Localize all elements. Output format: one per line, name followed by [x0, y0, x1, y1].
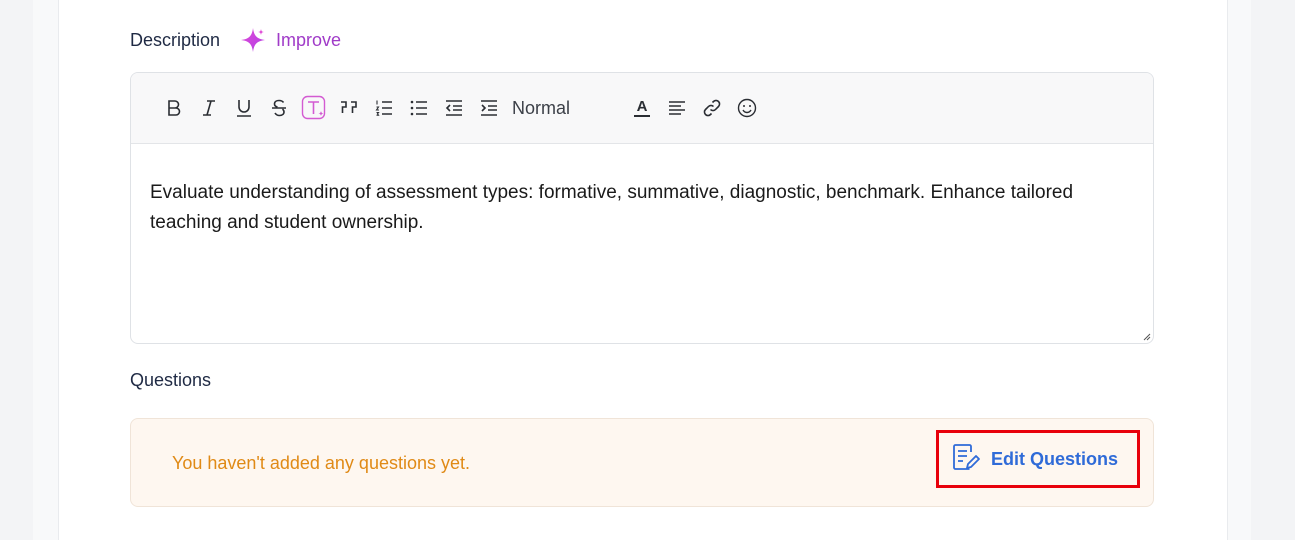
ai-text-icon	[301, 95, 325, 120]
italic-button[interactable]	[191, 94, 226, 122]
strikethrough-icon	[271, 99, 286, 117]
improve-label: Improve	[276, 29, 342, 50]
emoji-icon	[737, 98, 756, 118]
outdent-button[interactable]	[436, 94, 471, 122]
sparkle-icon	[240, 27, 266, 53]
quote-icon	[340, 101, 357, 113]
editor-toolbar: Normal A	[131, 73, 1153, 144]
underline-icon	[236, 100, 251, 117]
edit-document-icon	[951, 442, 981, 477]
resize-handle-icon[interactable]	[1141, 331, 1151, 341]
questions-label: Questions	[130, 370, 212, 390]
emoji-button[interactable]	[729, 94, 764, 122]
indent-button[interactable]	[471, 94, 506, 122]
edit-questions-button[interactable]: Edit Questions	[936, 430, 1140, 488]
strikethrough-button[interactable]	[261, 94, 296, 122]
blockquote-button[interactable]	[331, 94, 366, 122]
ordered-list-icon	[374, 100, 392, 116]
ai-text-button[interactable]	[296, 94, 331, 122]
bold-icon	[167, 100, 180, 116]
text-color-icon: A	[633, 98, 650, 117]
editor-content[interactable]: Evaluate understanding of assessment typ…	[131, 144, 1153, 238]
heading-select[interactable]: Normal	[512, 98, 624, 119]
questions-empty-state: You haven't added any questions yet. Edi…	[130, 418, 1154, 507]
empty-questions-message: You haven't added any questions yet.	[172, 453, 471, 473]
description-label: Description	[130, 29, 221, 50]
bullet-list-icon	[410, 100, 427, 116]
bullet-list-button[interactable]	[401, 94, 436, 122]
text-color-button[interactable]: A	[624, 94, 659, 122]
edit-questions-label: Edit Questions	[991, 448, 1119, 469]
outdent-icon	[445, 100, 462, 116]
align-button[interactable]	[659, 94, 694, 122]
svg-text:A: A	[636, 98, 647, 115]
align-icon	[668, 101, 685, 115]
rich-text-editor: Normal A Evaluate understanding of asses…	[130, 72, 1154, 344]
link-button[interactable]	[694, 94, 729, 122]
improve-button[interactable]: Improve	[240, 27, 341, 53]
bold-button[interactable]	[156, 94, 191, 122]
indent-icon	[480, 100, 497, 116]
description-header: Description Improve	[130, 28, 341, 52]
ordered-list-button[interactable]	[366, 94, 401, 122]
underline-button[interactable]	[226, 94, 261, 122]
italic-icon	[202, 100, 215, 116]
link-icon	[703, 99, 720, 117]
